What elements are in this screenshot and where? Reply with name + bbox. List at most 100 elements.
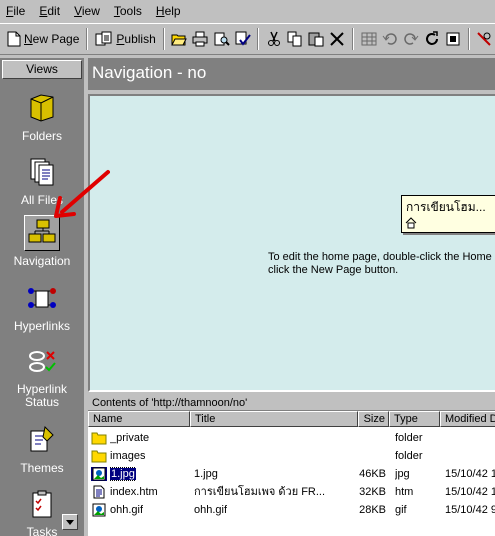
table-row-selected[interactable]: 1.jpg 1.jpg 46KB jpg 15/10/42 1 [88,465,495,483]
open-folder-icon [171,34,188,46]
view-navigation[interactable]: Navigation [0,215,84,268]
paste-button[interactable] [306,28,327,50]
hyperlink-status-icon [29,351,56,372]
table-row[interactable]: ohh.gif ohh.gif 28KB gif 15/10/42 9 [88,501,495,519]
views-bar: Views Folders All Files Navigation Hyper… [0,58,86,536]
publish-button[interactable]: Publish [92,28,158,50]
file-title: 1.jpg [194,468,218,480]
column-header-type[interactable]: Type [389,411,440,427]
scissors-icon [267,31,280,46]
html-file-icon [93,485,105,499]
column-header-size[interactable]: Size [358,411,389,427]
copy-button[interactable] [285,28,306,50]
file-title: การเขียนโฮมเพจ ด้วย FR... [194,486,326,498]
delete-button[interactable] [327,28,348,50]
home-icon [405,217,417,229]
file-name: images [110,450,146,462]
file-modified: 15/10/42 1 [445,468,495,480]
delete-x-icon [330,32,345,46]
triangle-down-icon [66,519,74,525]
view-hyperlink-status[interactable]: Hyperlink Status [0,343,84,409]
navigation-icon [28,219,56,243]
toolbar-separator [86,28,89,50]
views-scroll-down-button[interactable] [62,514,78,530]
redo-button[interactable] [400,28,421,50]
file-type: folder [395,450,423,462]
file-name: _private [110,432,150,444]
print-button[interactable] [190,28,211,50]
toolbar: New Page Publish [0,23,495,55]
menu-view[interactable]: View [70,2,104,20]
insert-table-button[interactable] [358,28,379,50]
navigation-pane[interactable]: การเขียนโฮม... To edit the home page, do… [88,94,495,392]
new-page-button[interactable]: New Page [4,28,82,50]
menu-edit[interactable]: Edit [35,2,64,20]
file-type: folder [395,432,423,444]
image-file-icon [91,467,107,481]
toolbar-separator [352,28,354,50]
menu-help[interactable]: Help [152,2,185,20]
file-modified: 15/10/42 9 [445,504,495,516]
view-all-files-label: All Files [20,193,63,207]
refresh-icon [426,31,439,45]
file-modified: 15/10/42 1 [445,486,495,498]
file-type: gif [395,504,407,516]
table-row[interactable]: index.htm การเขียนโฮมเพจ ด้วย FR... 32KB… [88,483,495,501]
hyperlink-icon [477,32,492,46]
page-title: Navigation - no [88,58,495,90]
stop-icon [446,32,460,46]
column-header-name[interactable]: Name [88,411,190,427]
view-themes[interactable]: Themes [0,422,84,475]
undo-icon [382,33,397,45]
copy-icon [287,31,302,47]
spelling-button[interactable] [232,28,253,50]
menu-file[interactable]: File [2,2,29,20]
column-header-title[interactable]: Title [190,411,358,427]
redo-icon [404,33,419,45]
column-header-modified[interactable]: Modified D [440,411,495,427]
toolbar-separator [162,28,165,50]
refresh-button[interactable] [421,28,442,50]
cut-button[interactable] [263,28,284,50]
view-themes-label: Themes [20,461,64,475]
file-name: 1.jpg [110,467,136,481]
contents-caption: Contents of 'http://thamnoon/no' [88,396,495,411]
view-all-files[interactable]: All Files [0,154,84,207]
file-size: 32KB [359,486,386,498]
file-size: 28KB [359,504,386,516]
undo-button[interactable] [379,28,400,50]
view-hyperlinks-label: Hyperlinks [13,319,70,333]
file-name: ohh.gif [110,504,144,516]
folder-icon [30,94,54,122]
themes-icon [30,425,54,452]
image-file-icon [92,503,106,517]
print-preview-button[interactable] [211,28,232,50]
tasks-icon [32,490,52,518]
spell-check-icon [235,31,251,46]
home-page-title: การเขียนโฮม... [406,200,486,214]
view-hyperlink-status-label: Hyperlink Status [16,382,67,409]
stop-button[interactable] [443,28,464,50]
menu-bar: File Edit View Tools Help [0,0,495,22]
view-folders[interactable]: Folders [0,90,84,143]
view-navigation-label: Navigation [13,254,71,268]
home-page-box[interactable]: การเขียนโฮม... [401,195,495,233]
hyperlink-button[interactable] [474,28,495,50]
file-name: index.htm [110,486,158,498]
hyperlinks-icon [28,288,56,308]
all-files-icon [30,158,54,186]
table-row[interactable]: images folder [88,447,495,465]
views-bar-header: Views [2,60,82,79]
table-icon [361,32,377,46]
table-row[interactable]: _private folder [88,429,495,447]
view-folders-label: Folders [21,129,62,143]
folder-icon [91,450,107,463]
printer-icon [192,31,208,47]
open-folder-button[interactable] [169,28,190,50]
file-title: ohh.gif [194,504,228,516]
menu-tools[interactable]: Tools [110,2,146,20]
file-type: htm [395,486,414,498]
view-hyperlinks[interactable]: Hyperlinks [0,280,84,333]
contents-pane: Contents of 'http://thamnoon/no' Name Ti… [88,396,495,536]
column-headers: Name Title Size Type Modified D [88,411,495,427]
